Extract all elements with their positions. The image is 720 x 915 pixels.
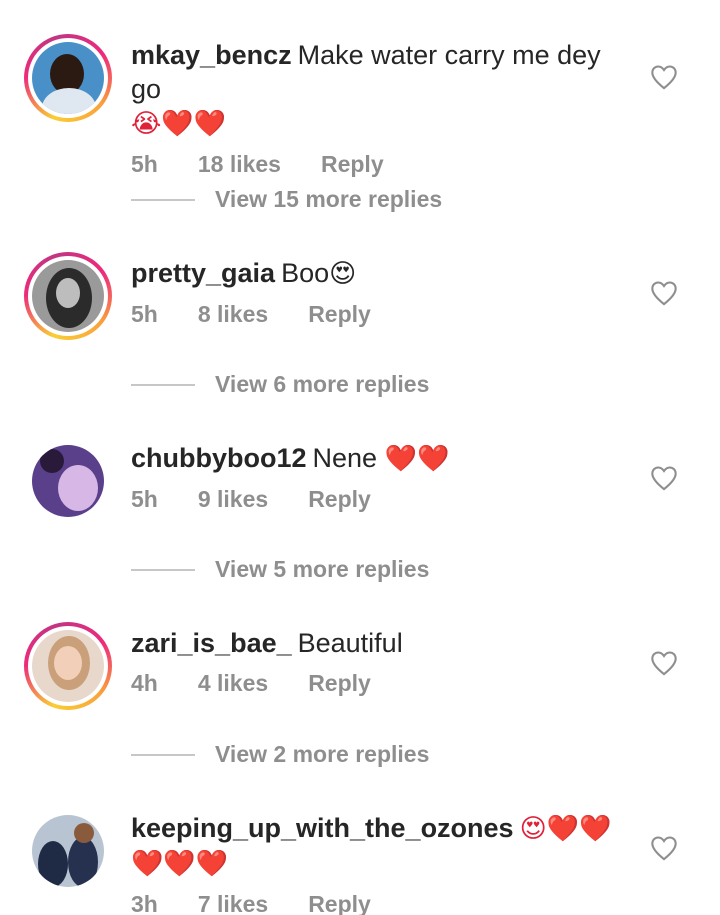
view-more-replies[interactable]: View 6 more replies — [131, 371, 429, 398]
comment-meta: 5h 18 likes Reply — [131, 151, 621, 178]
comment-meta: 3h 7 likes Reply — [131, 891, 621, 915]
likes-count[interactable]: 18 likes — [198, 151, 281, 178]
view-more-replies[interactable]: View 5 more replies — [131, 556, 429, 583]
timestamp: 5h — [131, 486, 158, 512]
comment-meta: 4h 4 likes Reply — [131, 670, 621, 697]
heart-outline-icon[interactable] — [650, 650, 678, 676]
avatar-story-ring[interactable] — [24, 252, 112, 340]
likes-count[interactable]: 7 likes — [198, 891, 268, 915]
avatar-wrapper[interactable] — [24, 437, 112, 525]
avatar — [32, 445, 104, 517]
comment-text: chubbyboo12 Nene ❤️❤️ — [131, 441, 621, 476]
username[interactable]: keeping_up_with_the_ozones — [131, 813, 514, 843]
comment-message: Beautiful — [297, 628, 403, 658]
comment-text: mkay_bencz Make water carry me dey go 😭❤️… — [131, 38, 621, 141]
avatar — [32, 42, 104, 114]
comment-emojis: ❤️❤️ — [384, 444, 450, 474]
username[interactable]: chubbyboo12 — [131, 443, 307, 473]
timestamp: 5h — [131, 301, 158, 327]
heart-outline-icon[interactable] — [650, 280, 678, 306]
likes-count[interactable]: 9 likes — [198, 486, 268, 513]
username[interactable]: pretty_gaia — [131, 258, 275, 288]
timestamp: 3h — [131, 891, 158, 915]
heart-outline-icon[interactable] — [650, 64, 678, 90]
view-more-replies[interactable]: View 15 more replies — [131, 186, 442, 213]
avatar-wrapper[interactable] — [24, 807, 112, 895]
reply-button[interactable]: Reply — [308, 486, 371, 513]
comments-feed: mkay_bencz Make water carry me dey go 😭❤️… — [0, 0, 720, 915]
likes-count[interactable]: 4 likes — [198, 670, 268, 697]
divider-line — [131, 753, 195, 756]
avatar — [32, 815, 104, 887]
username[interactable]: zari_is_bae_ — [131, 628, 292, 658]
comment-emojis: 😭❤️❤️ — [131, 109, 227, 139]
comment-meta: 5h 8 likes Reply — [131, 301, 621, 328]
divider-line — [131, 383, 195, 386]
comment-message: Nene — [312, 443, 378, 473]
comment-body: mkay_bencz Make water carry me dey go 😭❤️… — [131, 38, 621, 178]
username[interactable]: mkay_bencz — [131, 40, 292, 70]
reply-button[interactable]: Reply — [308, 891, 371, 915]
comment-body: pretty_gaia Boo😍 5h 8 likes Reply — [131, 256, 621, 328]
timestamp: 5h — [131, 151, 158, 177]
divider-line — [131, 568, 195, 571]
comment-text: pretty_gaia Boo😍 — [131, 256, 621, 291]
view-more-replies[interactable]: View 2 more replies — [131, 741, 429, 768]
view-more-label[interactable]: View 5 more replies — [215, 556, 429, 583]
avatar-story-ring[interactable] — [24, 34, 112, 122]
comment-body: zari_is_bae_ Beautiful 4h 4 likes Reply — [131, 626, 621, 697]
view-more-label[interactable]: View 2 more replies — [215, 741, 429, 768]
reply-button[interactable]: Reply — [308, 670, 371, 697]
comment-message: Boo — [281, 258, 330, 288]
likes-count[interactable]: 8 likes — [198, 301, 268, 328]
avatar — [32, 260, 104, 332]
comment-body: chubbyboo12 Nene ❤️❤️ 5h 9 likes Reply — [131, 441, 621, 513]
comment-text: keeping_up_with_the_ozones 😍❤️❤️ ❤️❤️❤️ — [131, 811, 621, 881]
view-more-label[interactable]: View 6 more replies — [215, 371, 429, 398]
heart-outline-icon[interactable] — [650, 835, 678, 861]
view-more-label[interactable]: View 15 more replies — [215, 186, 442, 213]
comment-emojis: 😍 — [329, 259, 357, 289]
timestamp: 4h — [131, 670, 158, 696]
avatar-story-ring[interactable] — [24, 622, 112, 710]
reply-button[interactable]: Reply — [321, 151, 384, 178]
comment-meta: 5h 9 likes Reply — [131, 486, 621, 513]
comment-text: zari_is_bae_ Beautiful — [131, 626, 621, 660]
heart-outline-icon[interactable] — [650, 465, 678, 491]
divider-line — [131, 198, 195, 201]
comment-body: keeping_up_with_the_ozones 😍❤️❤️ ❤️❤️❤️ 3… — [131, 811, 621, 915]
reply-button[interactable]: Reply — [308, 301, 371, 328]
avatar — [32, 630, 104, 702]
